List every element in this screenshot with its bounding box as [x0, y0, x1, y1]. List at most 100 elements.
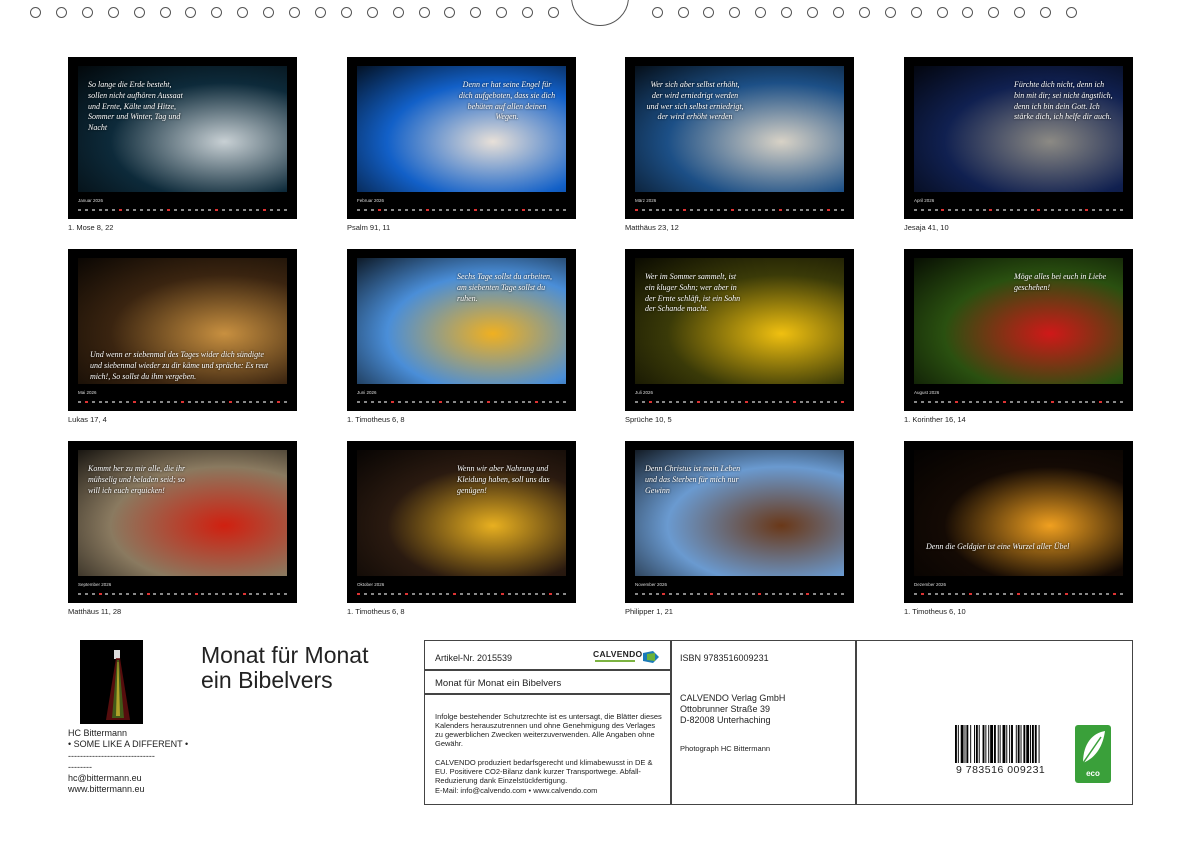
barcode-bar	[993, 725, 996, 763]
author-email[interactable]: hc@bittermann.eu	[68, 773, 188, 784]
day-strip	[914, 399, 1123, 405]
barcode-bar	[997, 725, 999, 763]
day-strip	[914, 591, 1123, 597]
barcode-bar	[985, 725, 987, 763]
month-name: September 2026	[78, 582, 112, 587]
day-strip	[78, 207, 287, 213]
binding-ring	[522, 7, 534, 18]
verse-text: Kommt her zu mir alle, die ihr mühselig …	[88, 464, 186, 495]
binding-ring	[107, 7, 119, 18]
calendar-page: Denn Christus ist mein Leben und das Ste…	[625, 441, 854, 603]
verse-text: Wer sich aber selbst erhöht, der wird er…	[646, 80, 744, 122]
month-photo: Denn er hat seine Engel für dich aufgebo…	[357, 66, 566, 192]
back-cover-footer: HC Bittermann • SOME LIKE A DIFFERENT • …	[0, 638, 1200, 808]
bible-reference: Philipper 1, 21	[625, 607, 673, 616]
day-strip	[635, 399, 844, 405]
barcode-bar	[964, 725, 966, 763]
author-name: HC Bittermann	[68, 728, 128, 738]
month-photo: Möge alles bei euch in Liebe geschehen!	[914, 258, 1123, 384]
month-photo: Kommt her zu mir alle, die ihr mühselig …	[78, 450, 287, 576]
bible-reference: 1. Timotheus 6, 10	[904, 607, 966, 616]
isbn: ISBN 9783516009231	[680, 653, 769, 663]
barcode-bar	[1030, 725, 1031, 763]
month-sheet: Und wenn er siebenmal des Tages wider di…	[68, 249, 297, 424]
binding-ring	[962, 7, 974, 18]
month-sheet: So lange die Erde besteht, sollen nicht …	[68, 57, 297, 232]
leaf-icon	[1082, 731, 1105, 764]
month-photo: Wer im Sommer sammelt, ist ein kluger So…	[635, 258, 844, 384]
month-photo: Wenn wir aber Nahrung und Kleidung haben…	[357, 450, 566, 576]
month-photo: Wer sich aber selbst erhöht, der wird er…	[635, 66, 844, 192]
month-name: Oktober 2026	[357, 582, 385, 587]
day-strip	[357, 399, 566, 405]
binding-ring	[832, 7, 844, 18]
legal-notice: Infolge bestehender Schutzrechte ist es …	[435, 712, 662, 748]
verse-text: Denn die Geldgier ist eine Wurzel aller …	[926, 542, 1070, 551]
binding-ring	[936, 7, 948, 18]
binding-ring	[289, 7, 300, 18]
binding-ring	[910, 7, 922, 18]
bible-reference: 1. Korinther 16, 14	[904, 415, 966, 424]
day-strip	[914, 207, 1123, 213]
barcode-bar	[1026, 725, 1030, 763]
verse-text: Wenn wir aber Nahrung und Kleidung haben…	[457, 464, 550, 495]
bible-reference: 1. Timotheus 6, 8	[347, 607, 405, 616]
author-block: HC Bittermann • SOME LIKE A DIFFERENT • …	[68, 728, 188, 796]
barcode-bar	[982, 725, 985, 763]
barcode-bar	[1038, 725, 1040, 763]
binding-ring	[1040, 7, 1052, 18]
contact-line[interactable]: E-Mail: info@calvendo.com • www.calvendo…	[435, 786, 597, 795]
barcode-bar	[974, 725, 975, 763]
barcode-bar	[970, 725, 972, 763]
binding-ring	[237, 7, 249, 18]
day-strip	[635, 207, 844, 213]
barcode-bar	[957, 725, 959, 763]
binding-ring	[988, 7, 1000, 18]
eco-badge: eco	[1075, 725, 1111, 783]
publisher-street: Ottobrunner Straße 39	[680, 703, 771, 714]
month-sheet: Wer sich aber selbst erhöht, der wird er…	[625, 57, 854, 232]
binding-ring	[703, 7, 715, 18]
barcode-bar	[1002, 725, 1006, 763]
binding-ring	[470, 7, 482, 18]
barcode-bar	[999, 725, 1001, 763]
binding-ring	[677, 7, 689, 18]
barcode-bar	[1031, 725, 1034, 763]
binding-ring	[159, 7, 171, 18]
month-photo: Fürchte dich nicht, denn ich bin mit dir…	[914, 66, 1123, 192]
month-name: Februar 2026	[357, 198, 385, 203]
bible-reference: Matthäus 23, 12	[625, 223, 679, 232]
binding-ring	[392, 7, 404, 18]
photographer-credit: Photograph HC Bittermann	[680, 744, 771, 753]
publisher-info-box: Artikel-Nr. 2015539 CALVENDO Monat für M…	[424, 640, 1133, 805]
verse-text: Wer im Sommer sammelt, ist ein kluger So…	[645, 272, 741, 314]
month-sheet: Fürchte dich nicht, denn ich bin mit dir…	[904, 57, 1133, 232]
month-photo: So lange die Erde besteht, sollen nicht …	[78, 66, 287, 192]
month-photo: Sechs Tage sollst du arbeiten, am sieben…	[357, 258, 566, 384]
bible-reference: 1. Timotheus 6, 8	[347, 415, 405, 424]
author-website[interactable]: www.bittermann.eu	[68, 784, 188, 795]
calendar-title: Monat für Monat ein Bibelvers	[201, 643, 368, 693]
binding-ring	[781, 7, 793, 18]
bible-reference: Sprüche 10, 5	[625, 415, 672, 424]
month-sheet: Wer im Sommer sammelt, ist ein kluger So…	[625, 249, 854, 424]
binding-ring	[263, 7, 275, 18]
author-photo	[80, 640, 143, 724]
climate-notice: CALVENDO produziert bedarfsgerecht und k…	[435, 758, 653, 785]
calendar-page: So lange die Erde besteht, sollen nicht …	[68, 57, 297, 219]
month-name: Mai 2026	[78, 390, 97, 395]
month-sheet: Denn er hat seine Engel für dich aufgebo…	[347, 57, 576, 232]
verse-text: Fürchte dich nicht, denn ich bin mit dir…	[1014, 80, 1113, 122]
binding-ring	[1066, 7, 1077, 18]
binding-ring	[418, 7, 430, 18]
publisher-city: D-82008 Unterhaching	[680, 714, 771, 725]
binding-ring	[340, 7, 352, 18]
bible-reference: Psalm 91, 11	[347, 223, 391, 232]
barcode-bar	[975, 725, 978, 763]
month-name: Januar 2026	[78, 198, 104, 203]
month-sheet: Möge alles bei euch in Liebe geschehen! A…	[904, 249, 1133, 424]
barcode-bar	[960, 725, 964, 763]
binding-ring	[496, 7, 508, 18]
month-sheet: Denn Christus ist mein Leben und das Ste…	[625, 441, 854, 616]
eco-label: eco	[1086, 769, 1100, 778]
